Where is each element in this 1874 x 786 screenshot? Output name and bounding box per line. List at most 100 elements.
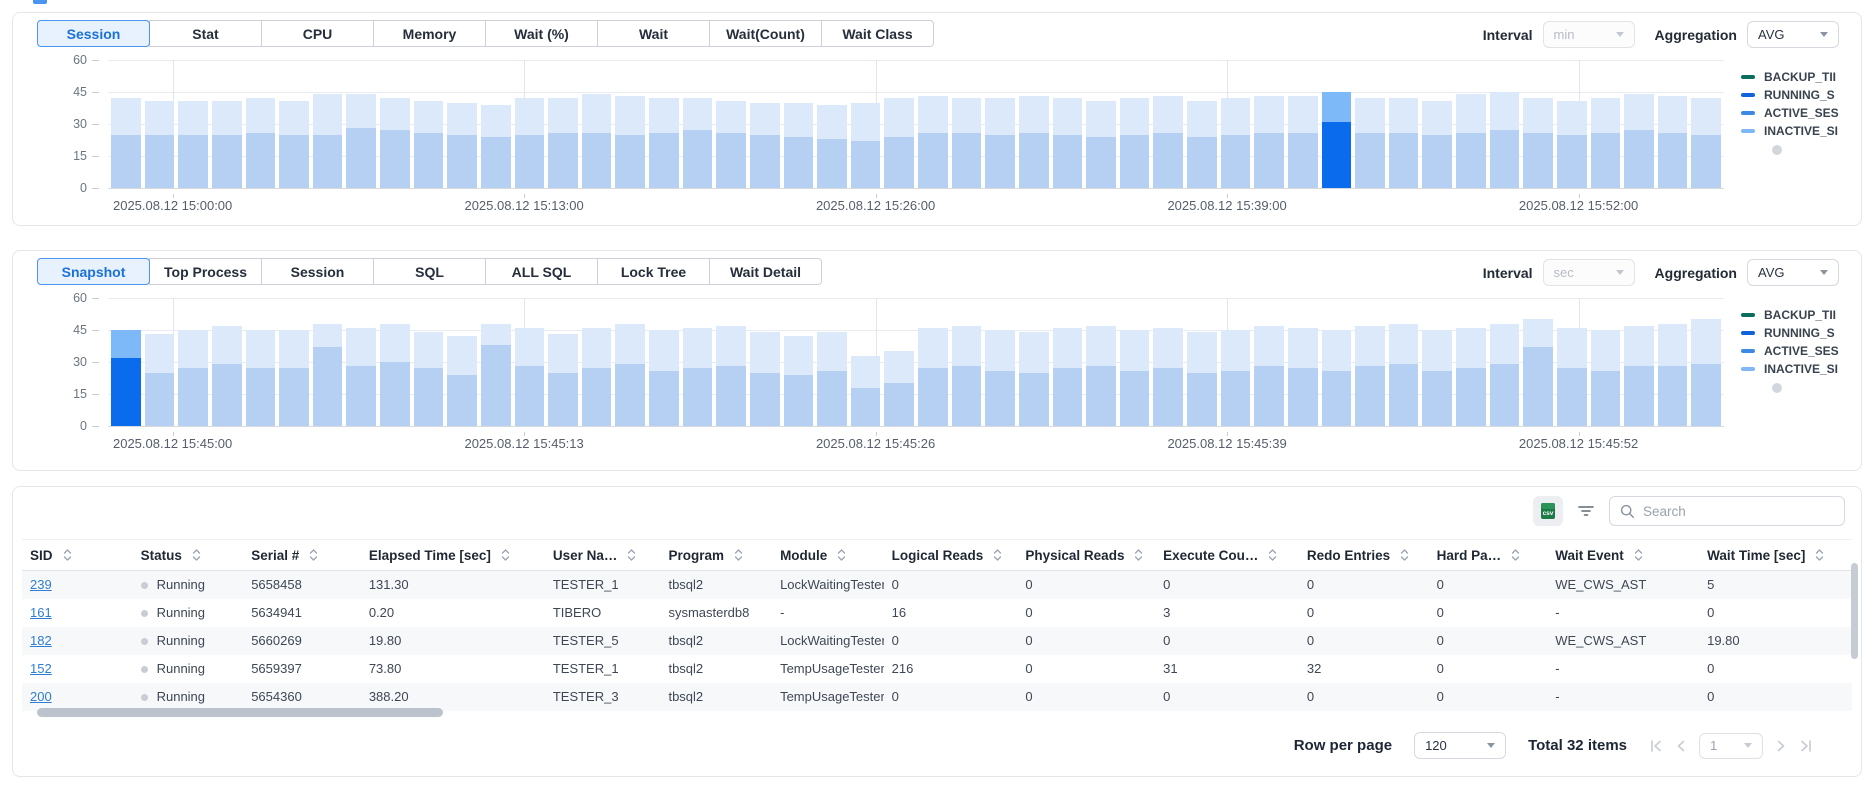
chart-bar[interactable] [1389,324,1419,426]
chart-bar[interactable] [1153,328,1183,426]
chart-bar[interactable] [346,328,376,426]
tab-wait[interactable]: Wait (%) [485,20,598,47]
chart-bar[interactable] [952,326,982,426]
column-header-inner-redo[interactable]: Redo Entries [1307,548,1421,563]
chart-bar[interactable] [1221,98,1251,188]
chart-bar[interactable] [1591,98,1621,188]
chart-bar[interactable] [851,103,881,188]
legend-item-backup-tii[interactable]: BACKUP_TII [1741,68,1861,86]
chart-bar[interactable] [649,330,679,426]
chart-bar[interactable] [817,105,847,188]
chart-bar[interactable] [1019,332,1049,426]
chart-bar[interactable] [515,328,545,426]
column-header-inner-user[interactable]: User Na… [553,548,653,563]
chart-bar[interactable] [111,98,141,188]
chart-bar[interactable] [145,334,175,426]
column-header-inner-physical[interactable]: Physical Reads [1025,548,1147,563]
chart-bar[interactable] [985,98,1015,188]
column-header-inner-program[interactable]: Program [668,548,764,563]
last-page-button[interactable] [1799,740,1813,752]
chart-bar[interactable] [1019,96,1049,188]
first-page-button[interactable] [1649,740,1663,752]
chart-bar[interactable] [178,330,208,426]
chart-bar[interactable] [1422,101,1452,188]
legend-item-backup-tii[interactable]: BACKUP_TII [1741,306,1861,324]
chart-bar[interactable] [447,336,477,426]
chart-bar[interactable] [1456,328,1486,426]
chart-bar[interactable] [178,101,208,188]
chart-bar[interactable] [246,330,276,426]
chart-bar[interactable] [683,98,713,188]
tab-cpu[interactable]: CPU [261,20,374,47]
chart-bar[interactable] [615,324,645,426]
chart-bar[interactable] [918,96,948,188]
chart-bar[interactable] [1153,96,1183,188]
chart-bar-selected[interactable] [111,330,141,426]
chart-bar[interactable] [1624,326,1654,426]
chart-bar[interactable] [1053,98,1083,188]
chart-bar[interactable] [615,96,645,188]
legend-item-active-ses[interactable]: ACTIVE_SES [1741,342,1861,360]
horizontal-scrollbar-thumb[interactable] [37,708,443,717]
previous-page-button[interactable] [1676,740,1686,752]
column-header-inner-waitTime[interactable]: Wait Time [sec] [1707,548,1844,563]
tab-sql[interactable]: SQL [373,258,486,285]
chart-bar[interactable] [1355,326,1385,426]
tab-wait-detail[interactable]: Wait Detail [709,258,822,285]
chart-bar[interactable] [380,324,410,426]
sid-link[interactable]: 161 [30,605,52,620]
chart-bar[interactable] [414,101,444,188]
chart-bar[interactable] [548,334,578,426]
column-header-inner-logical[interactable]: Logical Reads [892,548,1010,563]
chart-bar[interactable] [515,98,545,188]
column-header-inner-waitEvent[interactable]: Wait Event [1555,548,1691,563]
chart-bar[interactable] [985,330,1015,426]
sid-link[interactable]: 152 [30,661,52,676]
vertical-scrollbar-thumb[interactable] [1851,563,1858,659]
chart-bar[interactable] [1591,330,1621,426]
tab-stat[interactable]: Stat [149,20,262,47]
chart-bar[interactable] [1691,98,1721,188]
chart-bar[interactable] [1624,94,1654,188]
tab-session[interactable]: Session [261,258,374,285]
chart-bar[interactable] [1254,326,1284,426]
chart-bar[interactable] [582,328,612,426]
tab-wait[interactable]: Wait [597,20,710,47]
chart-bar[interactable] [884,351,914,426]
chart-bar[interactable] [481,105,511,188]
chart-bar[interactable] [1422,330,1452,426]
chart-bar[interactable] [1557,328,1587,426]
chart-bar[interactable] [313,94,343,188]
tab-snapshot[interactable]: Snapshot [37,258,150,285]
chart-bar[interactable] [649,98,679,188]
chart-bar[interactable] [380,98,410,188]
legend-item-running-s[interactable]: RUNNING_S [1741,86,1861,104]
chart-bar-selected[interactable] [1322,92,1352,188]
chart-bar[interactable] [145,101,175,188]
chart-bar[interactable] [1456,94,1486,188]
chart-bar[interactable] [884,98,914,188]
tab-session[interactable]: Session [37,20,150,47]
chart-bar[interactable] [1523,319,1553,426]
chart-bar[interactable] [481,324,511,426]
column-header-inner-serial[interactable]: Serial # [251,548,353,563]
chart-bar[interactable] [1288,96,1318,188]
chart-bar[interactable] [1658,96,1688,188]
interval-select[interactable]: sec [1543,259,1635,286]
chart-bar[interactable] [784,336,814,426]
sid-link[interactable]: 239 [30,577,52,592]
row-per-page-select[interactable]: 120 [1414,732,1506,759]
chart-bar[interactable] [1523,98,1553,188]
column-header-inner-execute[interactable]: Execute Cou… [1163,548,1291,563]
chart-bar[interactable] [1658,324,1688,426]
tab-all-sql[interactable]: ALL SQL [485,258,598,285]
chart-bar[interactable] [1053,328,1083,426]
chart-bar[interactable] [582,94,612,188]
csv-export-button[interactable]: csv [1533,496,1563,526]
legend-item-inactive-si[interactable]: INACTIVE_SI [1741,360,1861,378]
column-header-inner-hard[interactable]: Hard Pa… [1437,548,1540,563]
chart-bar[interactable] [750,103,780,188]
chart-bar[interactable] [716,101,746,188]
tab-lock-tree[interactable]: Lock Tree [597,258,710,285]
chart-bar[interactable] [1288,328,1318,426]
